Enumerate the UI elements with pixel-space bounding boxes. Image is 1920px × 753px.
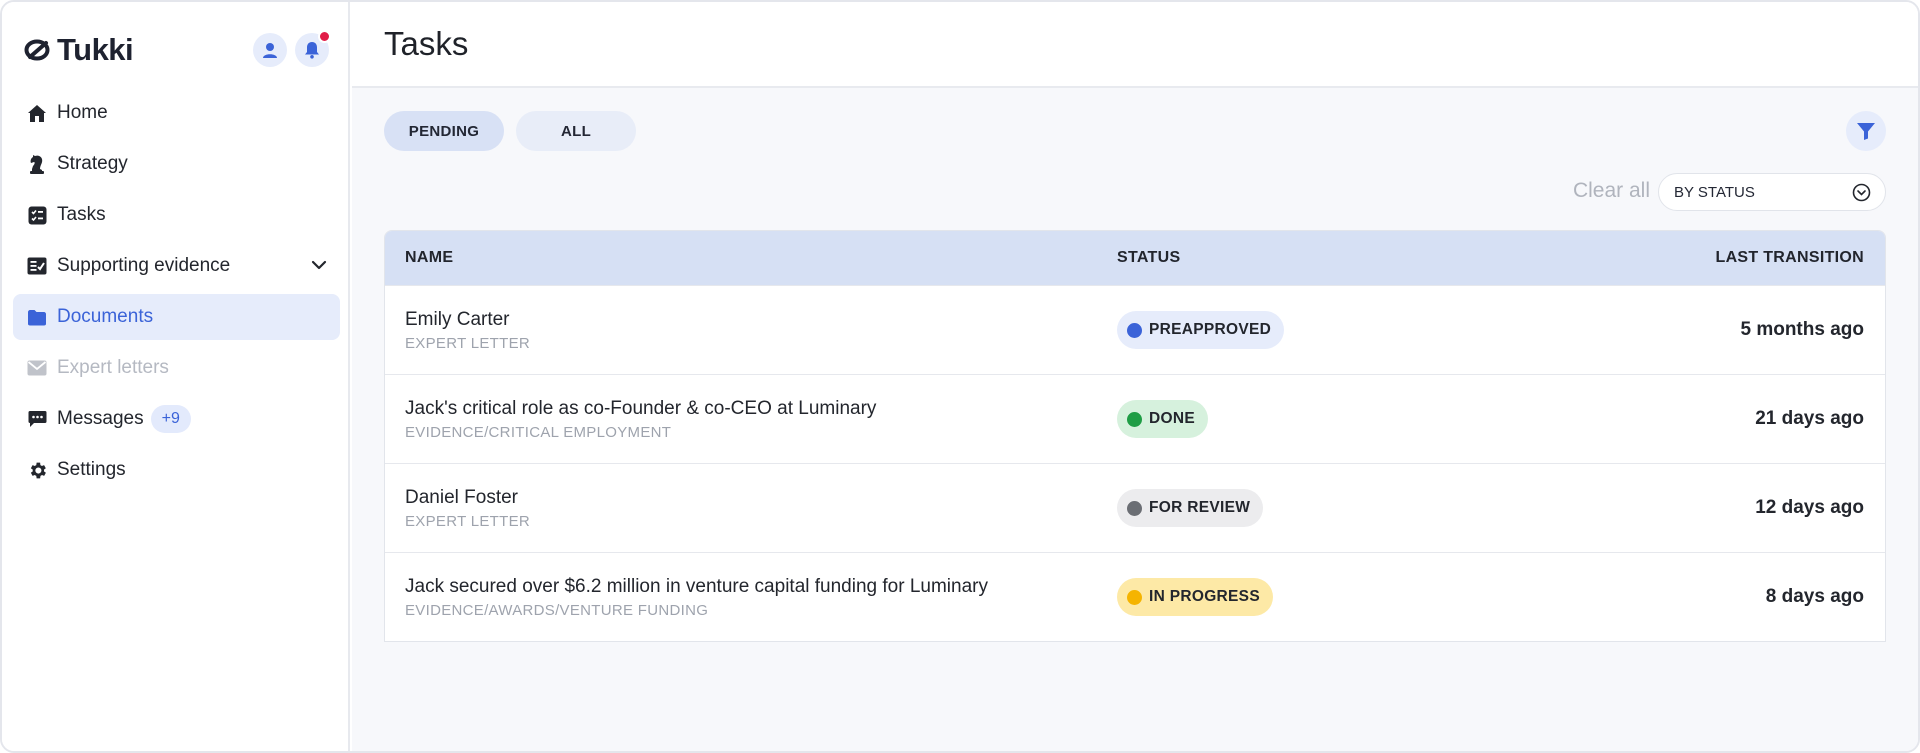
chevron-down-icon[interactable] (310, 256, 328, 280)
notifications-button[interactable] (295, 30, 331, 67)
status-label: DONE (1149, 410, 1195, 427)
tab-pending[interactable]: PENDING (384, 111, 504, 151)
status-dot (1127, 500, 1142, 516)
task-name: Jack secured over $6.2 million in ventur… (405, 575, 988, 597)
profile-button[interactable] (253, 33, 287, 67)
sidebar: Tukki Home Strategy Tasks Supporting evi… (2, 2, 350, 751)
table-row[interactable]: Jack secured over $6.2 million in ventur… (385, 552, 1885, 641)
table-row[interactable]: Jack's critical role as co-Founder & co-… (385, 374, 1885, 463)
table-row[interactable]: Daniel Foster EXPERT LETTER FOR REVIEW 1… (385, 463, 1885, 552)
sidebar-item-label: Settings (57, 459, 126, 480)
sidebar-nav: Home Strategy Tasks Supporting evidence (13, 90, 340, 498)
task-category: EVIDENCE/CRITICAL EMPLOYMENT (405, 423, 672, 441)
page-title: Tasks (384, 25, 469, 62)
column-header-status[interactable]: STATUS (1117, 249, 1585, 267)
table-row[interactable]: Emily Carter EXPERT LETTER PREAPPROVED 5… (385, 285, 1885, 374)
sidebar-item-label: Supporting evidence (57, 255, 231, 276)
chess-knight-icon (25, 153, 49, 175)
group-by-select[interactable]: BY STATUS (1658, 173, 1886, 211)
chevron-circle-down-icon (1852, 183, 1871, 206)
last-transition: 12 days ago (1755, 497, 1864, 518)
task-category: EXPERT LETTER (405, 334, 531, 352)
notification-dot (318, 30, 331, 43)
envelope-icon (25, 357, 49, 379)
last-transition: 5 months ago (1740, 319, 1864, 340)
task-name: Emily Carter (405, 308, 510, 330)
sidebar-item-settings[interactable]: Settings (13, 447, 340, 493)
gear-icon (25, 459, 49, 481)
status-label: FOR REVIEW (1149, 499, 1251, 516)
last-transition: 8 days ago (1765, 586, 1864, 607)
sidebar-item-strategy[interactable]: Strategy (13, 141, 340, 187)
filter-button[interactable] (1846, 111, 1886, 151)
sidebar-item-label: Expert letters (57, 357, 169, 378)
chat-icon (25, 408, 49, 430)
home-icon (25, 102, 49, 124)
status-dot (1127, 322, 1142, 338)
brand-name: Tukki (57, 32, 134, 67)
task-tabs: PENDING ALL (384, 111, 636, 151)
page-header: Tasks (352, 2, 1918, 88)
messages-count-badge: +9 (150, 405, 191, 433)
sidebar-item-documents[interactable]: Documents (13, 294, 340, 340)
main-content: Tasks PENDING ALL Clear all BY STATUS NA… (352, 2, 1918, 751)
app-window: Tukki Home Strategy Tasks Supporting evi… (0, 0, 1920, 753)
last-transition: 21 days ago (1755, 408, 1864, 429)
bell-icon (305, 42, 319, 59)
status-badge: DONE (1117, 400, 1208, 438)
tasks-table: NAME STATUS LAST TRANSITION Emily Carter… (384, 230, 1886, 642)
task-list-icon (25, 204, 49, 226)
brand-logo[interactable]: Tukki (24, 32, 134, 68)
sidebar-item-home[interactable]: Home (13, 90, 340, 136)
status-dot (1127, 589, 1142, 605)
clear-all-button[interactable]: Clear all (1573, 179, 1650, 203)
group-by-value: BY STATUS (1674, 183, 1755, 201)
task-category: EXPERT LETTER (405, 512, 531, 530)
checklist-icon (25, 255, 49, 277)
status-label: PREAPPROVED (1149, 321, 1272, 338)
sidebar-item-label: Messages (57, 408, 144, 429)
tab-all[interactable]: ALL (516, 111, 636, 151)
task-name: Jack's critical role as co-Founder & co-… (405, 397, 877, 419)
sidebar-item-messages[interactable]: Messages +9 (13, 396, 340, 442)
status-dot (1127, 411, 1142, 427)
user-icon (263, 42, 277, 58)
column-header-name[interactable]: NAME (385, 249, 1117, 267)
status-badge: PREAPPROVED (1117, 311, 1285, 349)
table-header: NAME STATUS LAST TRANSITION (385, 231, 1885, 285)
sidebar-item-label: Strategy (57, 153, 128, 174)
sidebar-item-label: Documents (57, 306, 154, 327)
folder-icon (25, 306, 49, 328)
sidebar-item-expert-letters[interactable]: Expert letters (13, 345, 340, 391)
task-category: EVIDENCE/AWARDS/VENTURE FUNDING (405, 601, 709, 619)
sidebar-item-label: Home (57, 102, 108, 123)
task-name: Daniel Foster (405, 486, 518, 508)
filter-icon (1857, 123, 1875, 140)
status-badge: IN PROGRESS (1117, 578, 1273, 616)
logo-mark-icon (24, 39, 50, 61)
sidebar-item-label: Tasks (57, 204, 106, 225)
sidebar-item-supporting-evidence[interactable]: Supporting evidence (13, 243, 340, 289)
status-badge: FOR REVIEW (1117, 489, 1264, 527)
sidebar-item-tasks[interactable]: Tasks (13, 192, 340, 238)
status-label: IN PROGRESS (1149, 588, 1260, 605)
column-header-last-transition[interactable]: LAST TRANSITION (1585, 249, 1885, 267)
